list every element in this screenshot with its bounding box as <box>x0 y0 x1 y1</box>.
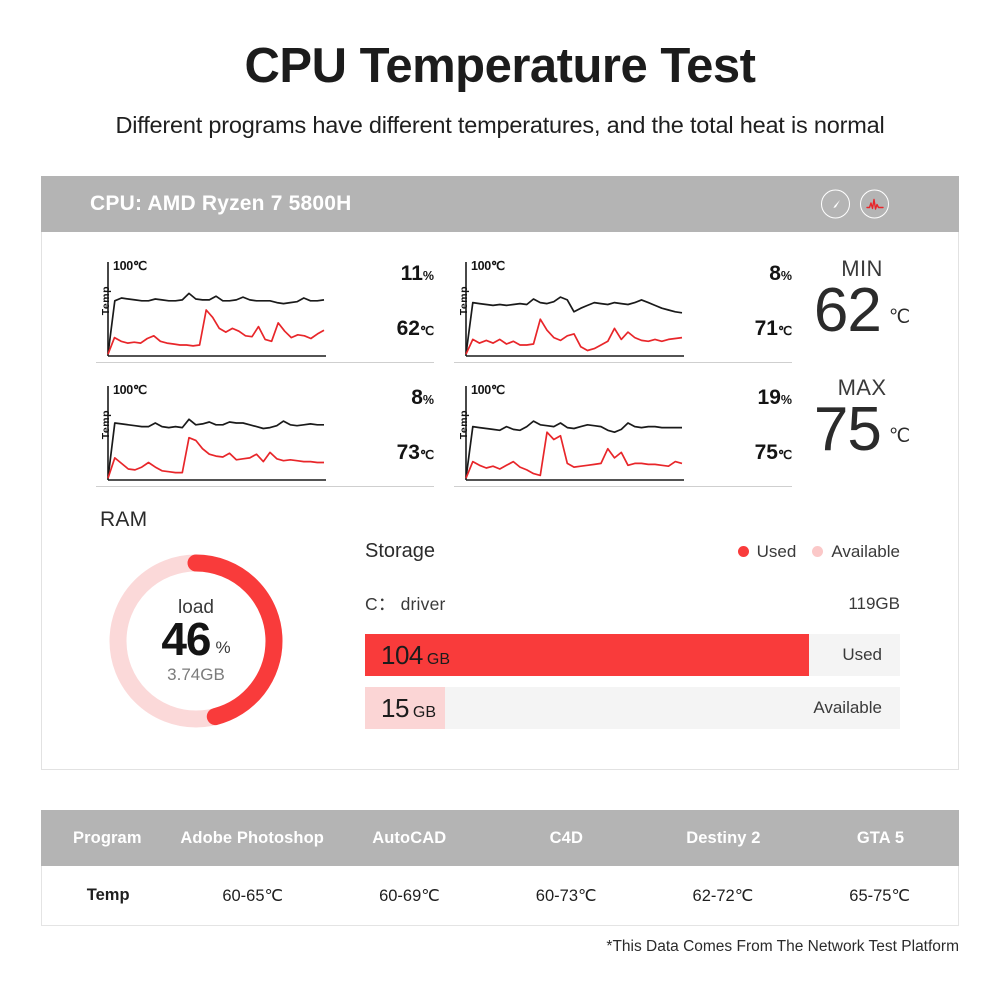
max-block: MAX 75 ℃ <box>782 375 942 462</box>
chart-usage-value: 8% <box>769 262 792 285</box>
pulse-icon[interactable] <box>860 189 889 219</box>
drive-name: C： driver <box>365 594 446 614</box>
header-icon-group <box>821 189 889 219</box>
table-cell: 62-72℃ <box>692 886 754 905</box>
chart-y-top-label: 100℃ <box>471 383 505 397</box>
legend-item-available: Available <box>812 542 900 562</box>
footnote: *This Data Comes From The Network Test P… <box>606 938 959 955</box>
table-header-cell: AutoCAD <box>372 828 447 847</box>
ram-percent-value: 46 <box>161 613 211 666</box>
table-header-cell: C4D <box>549 828 583 847</box>
chart-usage-value: 8% <box>411 386 434 409</box>
cpu-chart-panel-3: 100℃ Temp 8% 73℃ <box>96 380 434 487</box>
chart-temp-value: 73℃ <box>396 441 434 464</box>
storage-used-unit: GB <box>426 650 451 668</box>
min-value: 62 <box>813 276 882 345</box>
drive-total-size: 119GB <box>848 593 900 613</box>
legend-dot-available-icon <box>812 546 824 557</box>
ram-donut-chart: load 46 % 3.74GB <box>103 548 289 734</box>
storage-section: Storage Used Available C： driver 119GB 1… <box>365 540 900 729</box>
storage-title: Storage <box>365 540 436 562</box>
chart-value-group: 8% 73℃ <box>324 386 434 465</box>
storage-bar-used: 104 GB Used <box>365 634 900 676</box>
chart-y-axis-label: Temp <box>100 410 112 440</box>
storage-used-number: 104 <box>381 639 423 670</box>
table-row: Temp 60-65℃ 60-69℃ 60-73℃ 62-72℃ 65-75℃ <box>41 866 959 926</box>
chart-value-group: 19% 75℃ <box>682 386 792 465</box>
storage-available-unit: GB <box>412 703 437 721</box>
ram-title: RAM <box>100 508 148 531</box>
table-header-cell: Adobe Photoshop <box>180 828 324 847</box>
chart-y-axis-label: Temp <box>458 286 470 316</box>
chart-value-group: 11% 62℃ <box>324 262 434 341</box>
storage-available-caption: Available <box>813 698 882 717</box>
cpu-card-header: CPU: AMD Ryzen 7 5800H <box>41 176 959 232</box>
cpu-chart-panel-4: 100℃ Temp 19% 75℃ <box>454 380 792 487</box>
max-unit: ℃ <box>888 426 911 448</box>
table-cell: 60-69℃ <box>379 886 440 905</box>
table-cell: 65-75℃ <box>849 886 910 905</box>
chart-y-axis-label: Temp <box>100 286 112 316</box>
table-header-cell: GTA 5 <box>856 828 905 847</box>
storage-used-caption: Used <box>842 645 882 664</box>
page-subtitle: Different programs have different temper… <box>115 112 885 138</box>
chart-value-group: 8% 71℃ <box>682 262 792 341</box>
page-title: CPU Temperature Test <box>244 39 756 93</box>
legend-label-used: Used <box>756 541 797 561</box>
min-unit: ℃ <box>888 307 911 329</box>
minmax-panel: MIN 62 ℃ MAX 75 ℃ <box>782 256 942 462</box>
legend-dot-used-icon <box>737 546 749 557</box>
ram-section: RAM load 46 % 3.74GB <box>100 508 289 734</box>
infographic-page: CPU Temperature Test Different programs … <box>0 0 1000 1000</box>
cpu-chart-panel-2: 100℃ Temp 8% 71℃ <box>454 256 792 363</box>
legend-label-available: Available <box>831 541 900 561</box>
min-block: MIN 62 ℃ <box>782 256 942 343</box>
table-cell: 60-73℃ <box>535 886 597 905</box>
chart-y-axis-label: Temp <box>458 410 470 440</box>
chart-temp-value: 75℃ <box>754 441 792 464</box>
program-temp-table: Program Adobe Photoshop AutoCAD C4D Dest… <box>41 810 959 926</box>
table-header-cell: Destiny 2 <box>686 828 761 847</box>
legend-item-used: Used <box>737 541 797 562</box>
chart-usage-value: 11% <box>400 262 434 285</box>
cpu-chart-panel-1: 100℃ Temp 11% 62℃ <box>96 256 434 363</box>
chart-y-top-label: 100℃ <box>113 259 147 273</box>
ram-amount: 3.74GB <box>167 664 225 684</box>
table-cell: Temp <box>86 886 130 904</box>
gauge-icon[interactable] <box>821 189 850 219</box>
table-header-cell: Program <box>73 828 142 847</box>
ram-percent-unit: % <box>215 637 231 657</box>
table-cell: 60-65℃ <box>222 886 284 905</box>
cpu-model-label: CPU: AMD Ryzen 7 5800H <box>90 192 352 215</box>
chart-temp-value: 71℃ <box>754 317 792 340</box>
storage-bar-available: 15 GB Available <box>365 687 900 729</box>
storage-legend: Used Available <box>737 541 900 562</box>
chart-y-top-label: 100℃ <box>113 383 147 397</box>
chart-y-top-label: 100℃ <box>471 259 505 273</box>
table-header-row: Program Adobe Photoshop AutoCAD C4D Dest… <box>41 810 959 866</box>
chart-temp-value: 62℃ <box>396 317 434 340</box>
chart-usage-value: 19% <box>757 386 792 409</box>
max-value: 75 <box>813 395 882 465</box>
storage-available-number: 15 <box>381 692 409 723</box>
